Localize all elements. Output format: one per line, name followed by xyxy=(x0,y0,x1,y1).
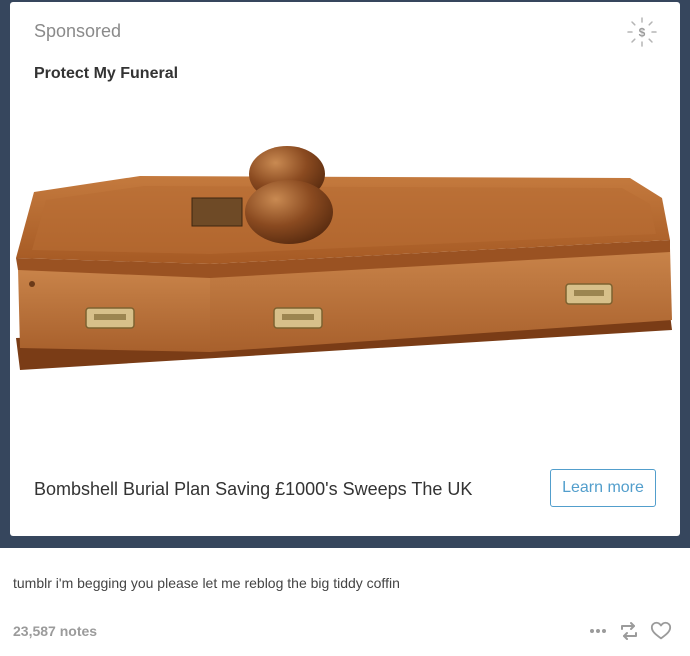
ad-headline[interactable]: Bombshell Burial Plan Saving £1000's Swe… xyxy=(34,479,472,500)
more-options-icon[interactable] xyxy=(588,621,608,641)
sponsored-ad-card: Sponsored $ Protect My Funeral Bombshell… xyxy=(10,2,680,536)
advertiser-name[interactable]: Protect My Funeral xyxy=(34,65,178,83)
reblog-icon[interactable] xyxy=(618,620,640,642)
coffin-ad-image[interactable] xyxy=(10,98,680,398)
like-heart-icon[interactable] xyxy=(650,620,672,642)
learn-more-button[interactable]: Learn more xyxy=(550,469,656,507)
post-caption: tumblr i'm begging you please let me reb… xyxy=(13,575,400,591)
sponsored-label: Sponsored xyxy=(34,21,122,41)
notes-count[interactable]: 23,587 notes xyxy=(13,623,97,639)
dollar-badge-icon[interactable]: $ xyxy=(626,16,658,48)
post-actions xyxy=(588,619,672,643)
sponsored-post-frame: Sponsored $ Protect My Funeral Bombshell… xyxy=(0,0,690,548)
svg-text:$: $ xyxy=(639,26,646,40)
